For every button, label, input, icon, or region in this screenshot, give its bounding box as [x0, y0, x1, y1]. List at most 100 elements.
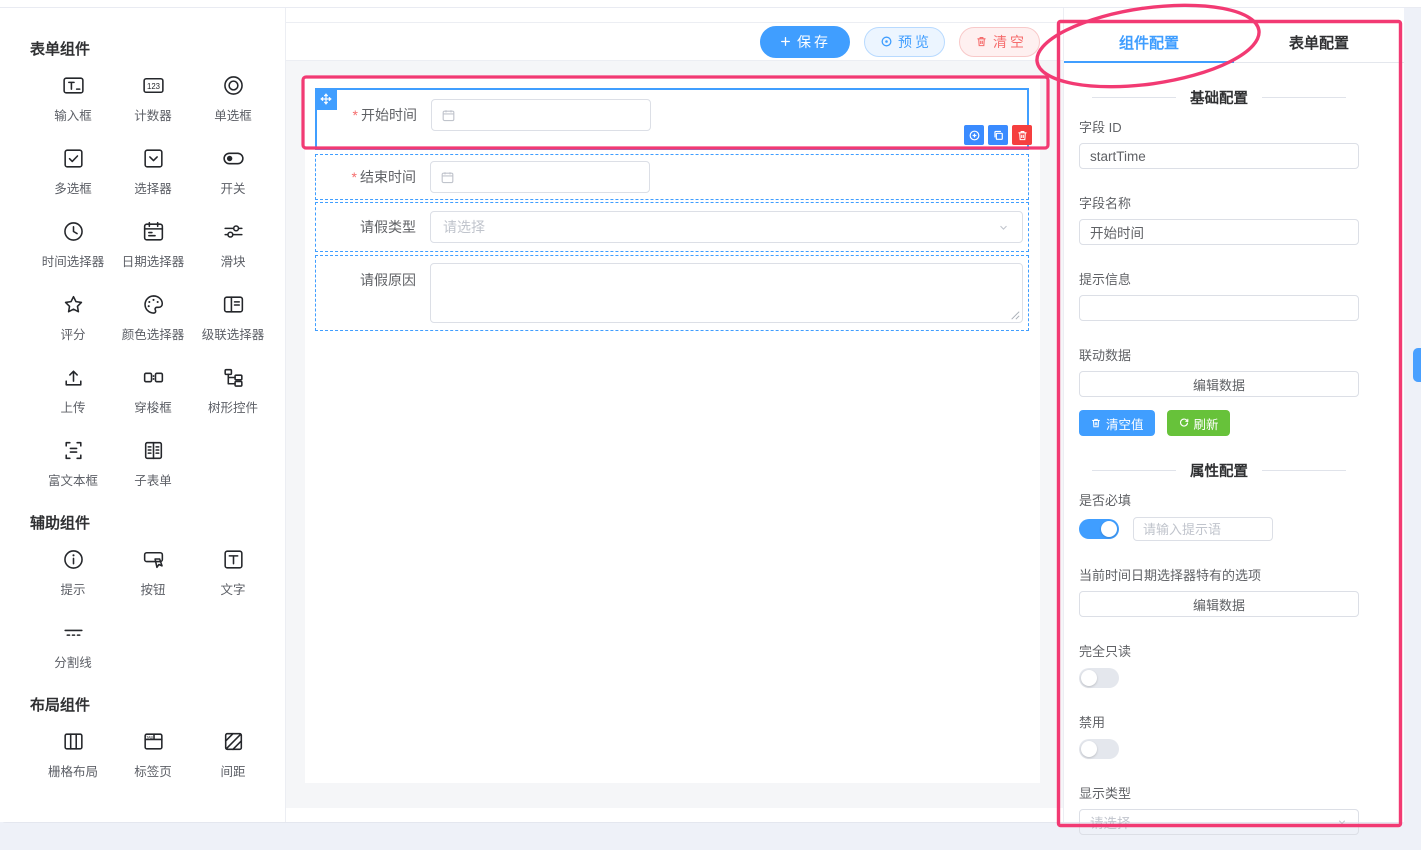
- input-icon: [61, 73, 86, 98]
- date-icon: [141, 219, 166, 244]
- component-label: 富文本框: [48, 470, 98, 489]
- leave-reason-textarea[interactable]: [430, 263, 1023, 323]
- component-item-tip[interactable]: 提示: [33, 547, 113, 599]
- edit-linkage-data-button[interactable]: 编辑数据: [1079, 371, 1359, 397]
- tip-info-input[interactable]: [1079, 295, 1359, 321]
- field-id-label: 字段 ID: [1079, 117, 1359, 136]
- form-canvas: *开始时间: [286, 61, 1063, 808]
- component-sidebar: 表单组件输入框123计数器单选框多选框选择器开关时间选择器日期选择器滑块评分颜色…: [0, 8, 286, 822]
- component-label: 计数器: [134, 105, 172, 124]
- refresh-button[interactable]: 刷新: [1167, 410, 1230, 436]
- sidebar-groups: 表单组件输入框123计数器单选框多选框选择器开关时间选择器日期选择器滑块评分颜色…: [0, 38, 285, 781]
- form-field-start-time[interactable]: *开始时间: [315, 88, 1029, 150]
- component-item-tree[interactable]: 树形控件: [193, 365, 273, 417]
- component-item-color[interactable]: 颜色选择器: [113, 292, 193, 344]
- component-item-richtext[interactable]: 富文本框: [33, 438, 113, 490]
- component-item-checkbox[interactable]: 多选框: [33, 146, 113, 198]
- component-group: 表单组件输入框123计数器单选框多选框选择器开关时间选择器日期选择器滑块评分颜色…: [0, 38, 285, 490]
- form-field-end-time[interactable]: *结束时间: [315, 154, 1029, 200]
- color-icon: [141, 292, 166, 317]
- disabled-toggle[interactable]: [1079, 739, 1119, 759]
- component-item-spacing[interactable]: 间距: [193, 729, 273, 781]
- select-placeholder: 请选择: [1090, 812, 1131, 832]
- component-item-select[interactable]: 选择器: [113, 146, 193, 198]
- grid-icon: [61, 729, 86, 754]
- component-item-grid[interactable]: 栅格布局: [33, 729, 113, 781]
- component-item-subform[interactable]: 子表单: [113, 438, 193, 490]
- leave-type-select[interactable]: 请选择: [430, 211, 1023, 243]
- text-icon: [221, 547, 246, 572]
- component-item-rate[interactable]: 评分: [33, 292, 113, 344]
- delete-field-button[interactable]: [1012, 125, 1032, 145]
- trash-icon: [1016, 129, 1029, 142]
- edit-datetime-options-button[interactable]: 编辑数据: [1079, 591, 1359, 617]
- insert-field-button[interactable]: [964, 125, 984, 145]
- canvas-toolbar: 保存 预览 清空: [286, 22, 1063, 61]
- top-strip: [0, 0, 1421, 8]
- component-item-slider[interactable]: 滑块: [193, 219, 273, 271]
- edge-drawer-handle[interactable]: [1413, 348, 1421, 382]
- copy-field-button[interactable]: [988, 125, 1008, 145]
- component-item-cascader[interactable]: 级联选择器: [193, 292, 273, 344]
- readonly-toggle[interactable]: [1079, 668, 1119, 688]
- component-item-radio[interactable]: 单选框: [193, 73, 273, 125]
- tab-label: 组件配置: [1119, 32, 1179, 53]
- component-item-time[interactable]: 时间选择器: [33, 219, 113, 271]
- component-item-text[interactable]: 文字: [193, 547, 273, 599]
- start-time-date-input[interactable]: [431, 99, 651, 131]
- tab-label: 表单配置: [1289, 32, 1349, 53]
- upload-icon: [61, 365, 86, 390]
- component-item-divider[interactable]: 分割线: [33, 620, 113, 672]
- toggle-knob: [1081, 741, 1097, 757]
- time-icon: [61, 219, 86, 244]
- field-id-input[interactable]: [1079, 143, 1359, 169]
- tab-form-config[interactable]: 表单配置: [1234, 22, 1404, 62]
- component-item-counter[interactable]: 123计数器: [113, 73, 193, 125]
- field-name-label: 字段名称: [1079, 193, 1359, 212]
- trash-icon: [1090, 417, 1102, 429]
- clear-button[interactable]: 清空: [959, 27, 1040, 57]
- component-item-upload[interactable]: 上传: [33, 365, 113, 417]
- component-label: 分割线: [54, 652, 92, 671]
- form-field-leave-reason[interactable]: 请假原因: [315, 255, 1029, 331]
- save-button[interactable]: 保存: [760, 26, 850, 58]
- component-label: 按钮: [140, 579, 165, 598]
- required-toggle[interactable]: [1079, 519, 1119, 539]
- component-item-transfer[interactable]: 穿梭框: [113, 365, 193, 417]
- toggle-knob: [1101, 521, 1117, 537]
- save-button-label: 保存: [797, 32, 831, 52]
- chevron-down-icon: [1336, 816, 1348, 828]
- calendar-icon: [440, 170, 455, 185]
- component-label: 级联选择器: [202, 324, 265, 343]
- component-item-button[interactable]: 按钮: [113, 547, 193, 599]
- component-item-tabs[interactable]: TAB标签页: [113, 729, 193, 781]
- component-item-input[interactable]: 输入框: [33, 73, 113, 125]
- group-title: 布局组件: [30, 694, 285, 715]
- app-card: 表单组件输入框123计数器单选框多选框选择器开关时间选择器日期选择器滑块评分颜色…: [0, 8, 1404, 823]
- value-action-row: 清空值 刷新: [1079, 410, 1359, 436]
- section-attr-config: 属性配置: [1079, 460, 1359, 480]
- field-label: 请假类型: [316, 217, 416, 237]
- section-basic-config: 基础配置: [1079, 87, 1359, 107]
- drag-handle[interactable]: [315, 88, 337, 110]
- clear-value-button[interactable]: 清空值: [1079, 410, 1155, 436]
- display-type-select[interactable]: 请选择: [1079, 809, 1359, 835]
- preview-button[interactable]: 预览: [864, 27, 945, 57]
- component-item-switch[interactable]: 开关: [193, 146, 273, 198]
- display-type-label: 显示类型: [1079, 783, 1359, 802]
- richtext-icon: [61, 438, 86, 463]
- component-group: 辅助组件提示 按钮 文字分割线: [0, 512, 285, 672]
- required-message-input[interactable]: [1133, 517, 1273, 541]
- tab-component-config[interactable]: 组件配置: [1064, 22, 1234, 62]
- component-label: 时间选择器: [42, 251, 105, 270]
- group-title: 辅助组件: [30, 512, 285, 533]
- preview-button-label: 预览: [898, 32, 932, 52]
- end-time-date-input[interactable]: [430, 161, 650, 193]
- field-label: *结束时间: [316, 167, 416, 187]
- form-field-leave-type[interactable]: 请假类型 请选择: [315, 202, 1029, 252]
- component-label: 提示: [60, 579, 85, 598]
- copy-icon: [992, 129, 1005, 142]
- component-item-date[interactable]: 日期选择器: [113, 219, 193, 271]
- field-name-input[interactable]: [1079, 219, 1359, 245]
- component-label: 子表单: [134, 470, 172, 489]
